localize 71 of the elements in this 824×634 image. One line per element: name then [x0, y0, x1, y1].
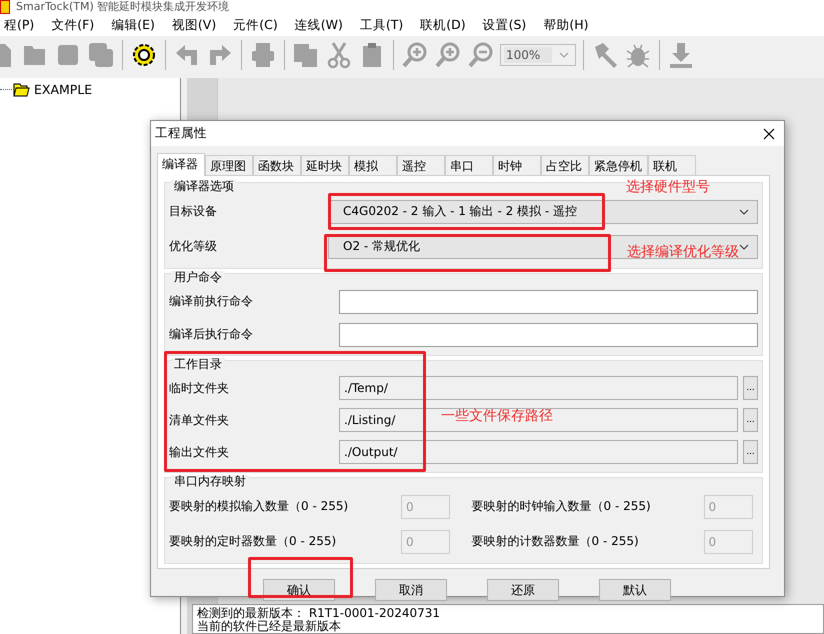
- folder-icon: [13, 82, 30, 96]
- path-field[interactable]: ./Output/: [339, 440, 738, 464]
- field-label: 目标设备: [169, 203, 218, 220]
- annotation-text: 选择编译优化等级: [627, 243, 739, 261]
- menu-item[interactable]: 帮助(H): [535, 16, 598, 34]
- field-label: 要映射的模拟输入数量（0 - 255): [169, 498, 350, 515]
- input-field[interactable]: [339, 322, 758, 346]
- menu-item[interactable]: 文件(F): [43, 16, 104, 34]
- tab[interactable]: 编译器: [157, 153, 205, 176]
- group-title: 用户命令: [171, 271, 225, 283]
- field-label: 输出文件夹: [169, 444, 230, 460]
- log-line: 检测到的最新版本： R1T1-0001-20240731: [197, 607, 442, 620]
- dialog-title: 工程属性: [155, 125, 207, 142]
- chevron-icon: [739, 244, 749, 250]
- chevron-icon: [739, 208, 749, 214]
- dialog-button[interactable]: 默认: [599, 579, 671, 601]
- browse-button[interactable]: ...: [743, 440, 758, 464]
- group-title: 串口内存映射: [171, 475, 249, 487]
- field-label: 清单文件夹: [169, 412, 230, 428]
- field-label: 临时文件夹: [169, 380, 230, 396]
- zoom-in-icon[interactable]: [401, 41, 429, 69]
- menu-item[interactable]: 视图(V): [164, 16, 226, 34]
- chevron-icon: [559, 52, 569, 58]
- path-field[interactable]: ./Temp/: [339, 376, 738, 400]
- tab[interactable]: 函数块: [253, 155, 301, 175]
- group-title: 编译器选项: [171, 180, 237, 192]
- dropdown[interactable]: C4G0202 - 2 输入 - 1 输出 - 2 模拟 - 遥控: [328, 200, 758, 224]
- field-label: 要映射的时钟输入数量（0 - 255): [472, 498, 652, 515]
- annotation-text: 一些文件保存路径: [441, 407, 553, 425]
- tab[interactable]: 时钟: [493, 155, 541, 175]
- zoom-dropdown[interactable]: 100%: [500, 44, 576, 66]
- app-icon: [0, 0, 10, 14]
- field-label: 编译前执行命令: [169, 293, 254, 310]
- menu-item[interactable]: 编辑(E): [103, 16, 164, 34]
- input-field[interactable]: [339, 290, 758, 314]
- zoom-out-icon[interactable]: [467, 41, 495, 69]
- annotation-text: 选择硬件型号: [626, 178, 710, 196]
- menu-item[interactable]: 连线(W): [286, 16, 352, 34]
- gear-icon[interactable]: [130, 41, 158, 69]
- tab[interactable]: 紧急停机: [589, 155, 648, 175]
- tree-item[interactable]: EXAMPLE: [34, 82, 92, 97]
- browse-button[interactable]: ...: [743, 376, 758, 400]
- download-icon[interactable]: [667, 41, 695, 69]
- tab[interactable]: 串口: [445, 155, 493, 175]
- tab[interactable]: 占空比: [541, 155, 589, 175]
- zoom-fit-icon[interactable]: [434, 41, 462, 69]
- log-line: 当前的软件已经是最新版本: [197, 620, 342, 633]
- print-icon[interactable]: [249, 41, 277, 69]
- tab[interactable]: 遥控: [397, 155, 445, 175]
- menu-item[interactable]: 设置(S): [474, 16, 536, 34]
- tab[interactable]: 原理图: [205, 155, 253, 175]
- dialog-button[interactable]: 取消: [375, 579, 447, 601]
- browse-button[interactable]: ...: [743, 408, 758, 432]
- group-title: 工作目录: [171, 358, 225, 370]
- copy-icon[interactable]: [292, 41, 320, 69]
- tab[interactable]: 模拟: [349, 155, 397, 175]
- menu-item[interactable]: 工具(T): [352, 16, 412, 34]
- menu-item[interactable]: 程(P): [0, 16, 44, 34]
- field-label: 要映射的计数器数量（0 - 255): [472, 533, 640, 550]
- field-label: 编译后执行命令: [169, 326, 254, 343]
- menu-item[interactable]: 元件(C): [225, 16, 287, 34]
- menu-item[interactable]: 联机(D): [412, 16, 475, 34]
- cut-icon[interactable]: [325, 41, 353, 69]
- field-label: 优化等级: [169, 238, 218, 255]
- dialog-button[interactable]: 还原: [487, 579, 559, 601]
- save-all-icon[interactable]: [87, 41, 115, 69]
- tab[interactable]: 延时块: [301, 155, 349, 175]
- field-label: 要映射的定时器数量（0 - 255): [169, 533, 338, 550]
- window-title: SmarTock(TM) 智能延时模块集成开发环境: [16, 0, 230, 14]
- tab[interactable]: 联机: [648, 155, 696, 175]
- close-icon[interactable]: [763, 128, 775, 140]
